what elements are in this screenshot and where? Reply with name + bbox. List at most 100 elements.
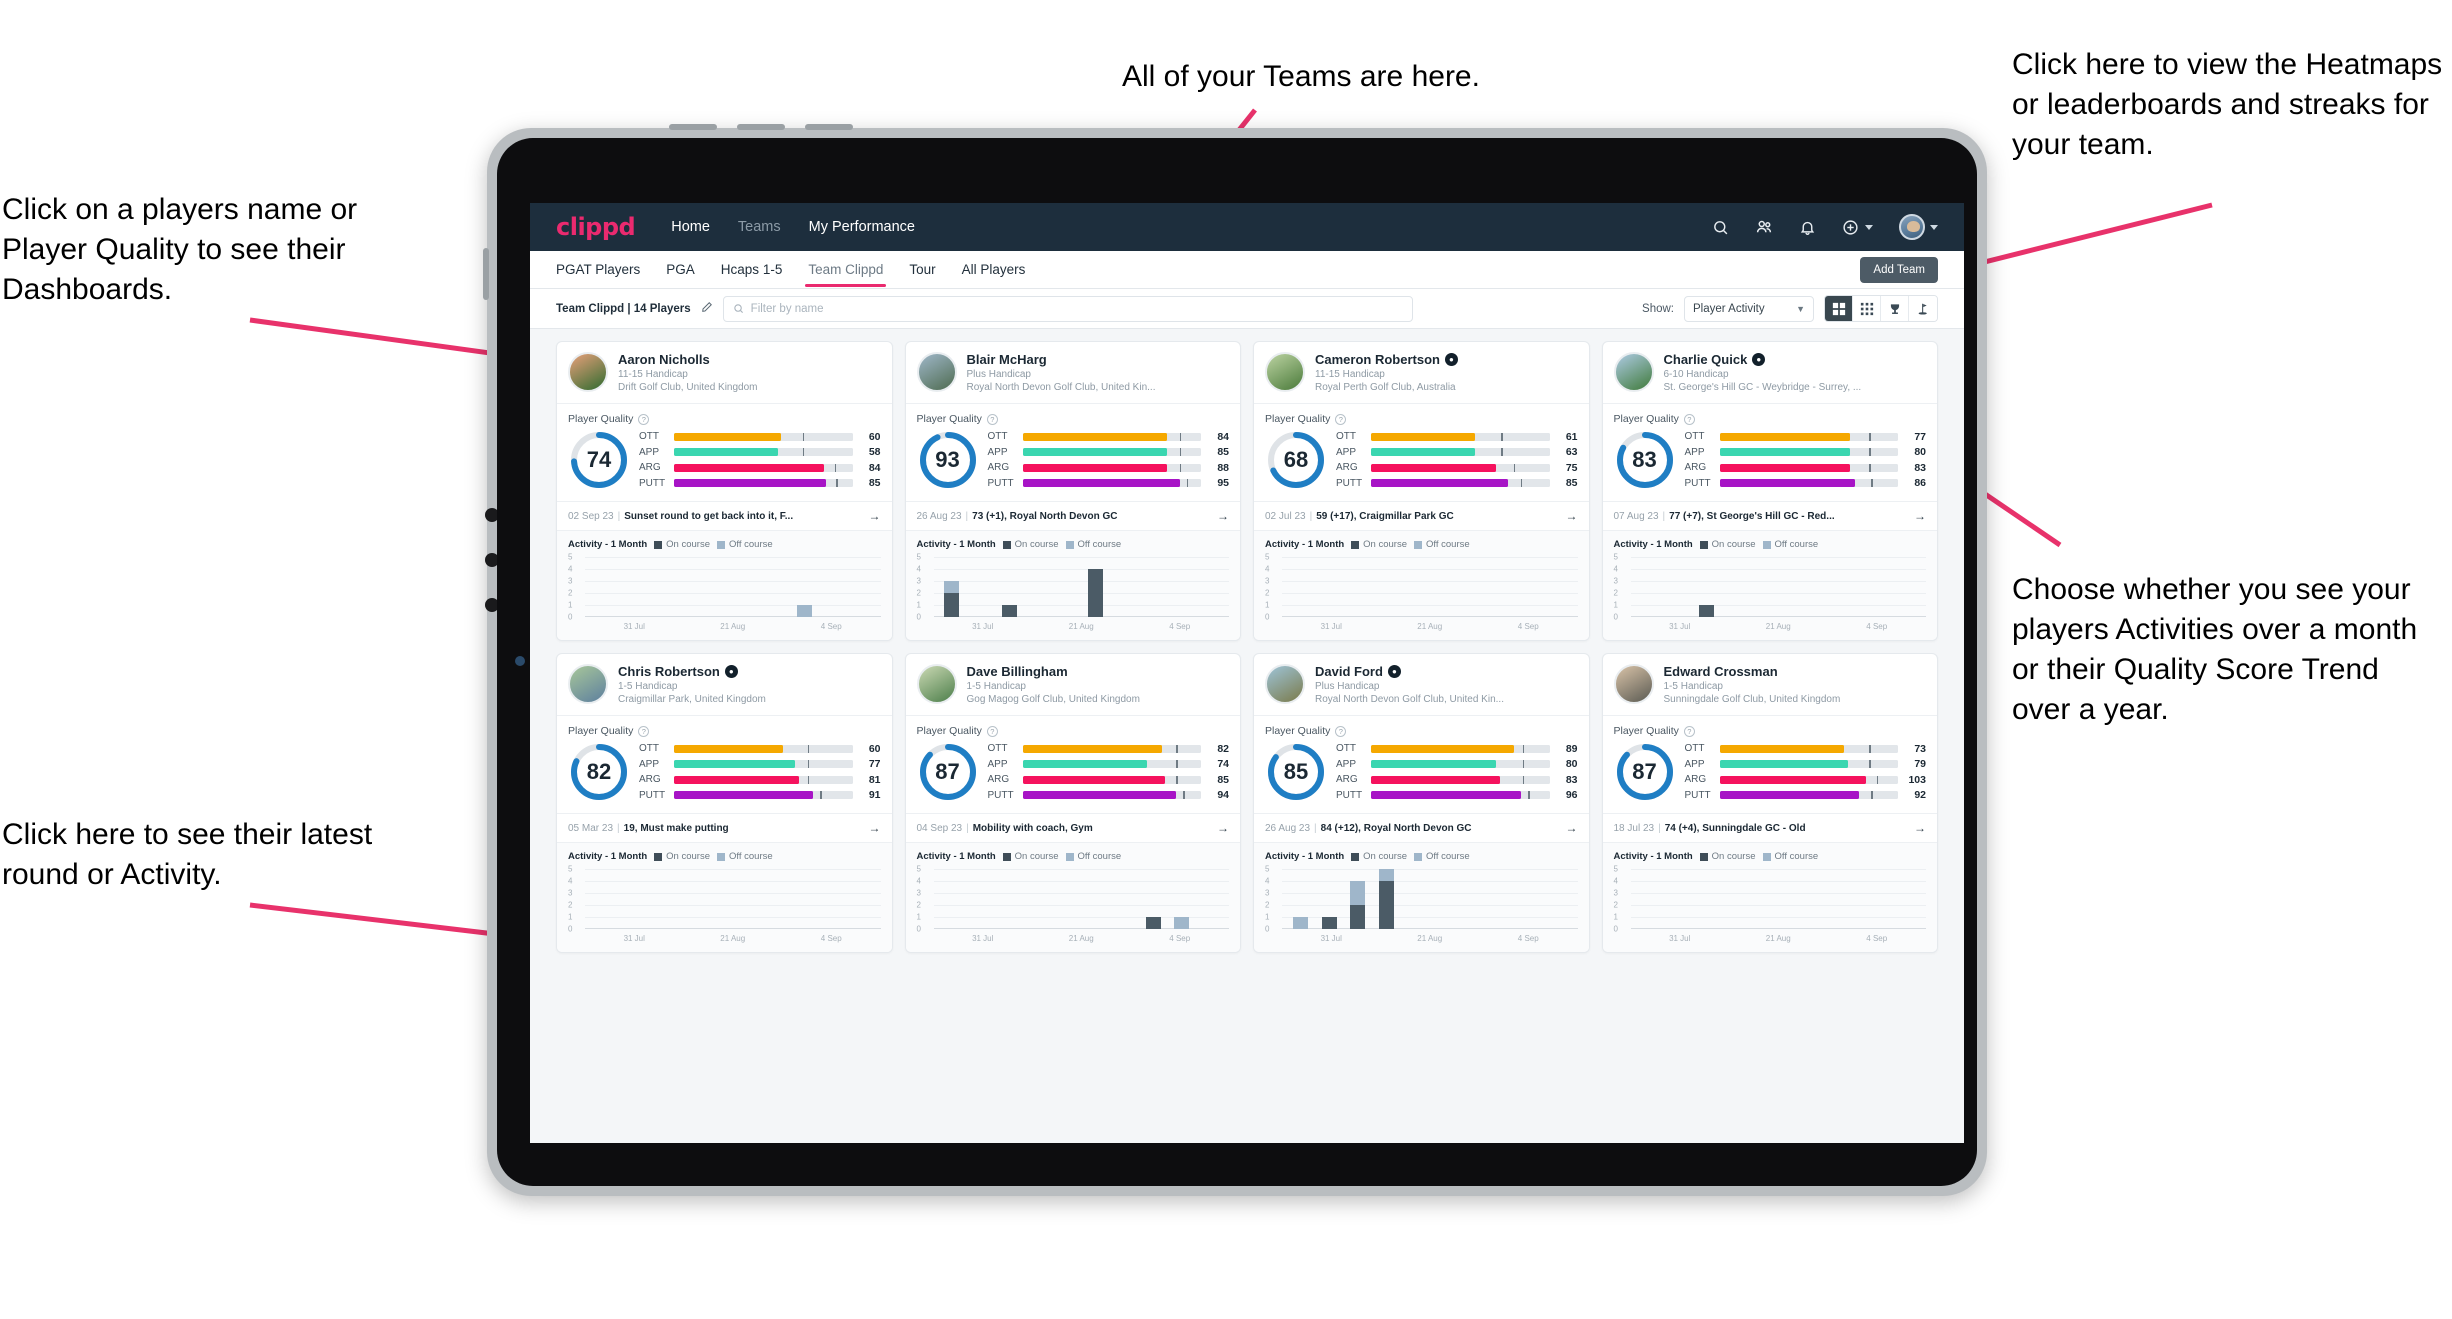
player-name[interactable]: Cameron Robertson <box>1315 352 1440 367</box>
clippd-logo[interactable]: clippd <box>556 213 636 241</box>
player-name[interactable]: Charlie Quick <box>1664 352 1748 367</box>
player-card[interactable]: Edward Crossman 1-5 Handicap Sunningdale… <box>1601 653 1938 953</box>
leaderboard-trophy-view-button[interactable] <box>1881 296 1909 321</box>
player-header[interactable]: Cameron Robertson ● 11-15 Handicap Royal… <box>1254 342 1589 403</box>
show-select-value: Player Activity <box>1693 302 1765 315</box>
player-header[interactable]: Blair McHarg Plus Handicap Royal North D… <box>906 342 1241 403</box>
player-quality-section[interactable]: Player Quality ? 93 OTT 84 APP 85 ARG 88… <box>905 403 1240 501</box>
latest-round-row[interactable]: 02 Jul 23 | 59 (+17), Craigmillar Park G… <box>1254 501 1589 530</box>
player-name[interactable]: Edward Crossman <box>1664 664 1778 679</box>
avatar[interactable] <box>1899 214 1925 240</box>
round-arrow-icon[interactable]: → <box>861 821 881 835</box>
latest-round-row[interactable]: 26 Aug 23 | 73 (+1), Royal North Devon G… <box>905 501 1240 530</box>
player-quality-section[interactable]: Player Quality ? 68 OTT 61 APP 63 ARG 75… <box>1254 403 1589 501</box>
player-handicap: 1-5 Handicap <box>618 681 678 692</box>
help-icon[interactable]: ? <box>986 725 998 737</box>
player-quality-section[interactable]: Player Quality ? 82 OTT 60 APP 77 ARG 81… <box>557 715 892 813</box>
y-tick-label: 0 <box>1265 612 1270 622</box>
tab-pgat-players[interactable]: PGAT Players <box>556 254 640 286</box>
player-name-row[interactable]: David Ford ● <box>1315 664 1504 679</box>
player-name-row[interactable]: Edward Crossman <box>1664 664 1841 679</box>
grid-small-view-button[interactable] <box>1853 296 1881 321</box>
round-arrow-icon[interactable]: → <box>1209 509 1229 523</box>
player-header[interactable]: Aaron Nicholls 11-15 Handicap Drift Golf… <box>557 342 892 403</box>
add-team-button[interactable]: Add Team <box>1860 256 1938 283</box>
profile-menu[interactable] <box>1899 214 1938 240</box>
verified-badge-icon: ● <box>724 665 738 678</box>
round-arrow-icon[interactable]: → <box>1558 821 1578 835</box>
player-name-row[interactable]: Cameron Robertson ● <box>1315 352 1458 367</box>
player-card[interactable]: Dave Billingham 1-5 Handicap Gog Magog G… <box>904 653 1241 953</box>
pencil-icon[interactable] <box>701 300 713 318</box>
chevron-down-icon[interactable] <box>1865 224 1873 230</box>
player-name-row[interactable]: Charlie Quick ● <box>1664 352 1862 367</box>
bell-icon[interactable] <box>1799 219 1816 236</box>
people-icon[interactable] <box>1755 218 1773 236</box>
help-icon[interactable]: ? <box>1683 725 1695 737</box>
latest-round-row[interactable]: 18 Jul 23 | 74 (+4), Sunningdale GC - Ol… <box>1602 813 1937 842</box>
player-quality-section[interactable]: Player Quality ? 83 OTT 77 APP 80 ARG 83… <box>1602 403 1937 501</box>
player-header[interactable]: Dave Billingham 1-5 Handicap Gog Magog G… <box>906 654 1241 715</box>
player-header[interactable]: David Ford ● Plus Handicap Royal North D… <box>1254 654 1589 715</box>
help-icon[interactable]: ? <box>1335 413 1347 425</box>
round-arrow-icon[interactable]: → <box>1558 509 1578 523</box>
metric-bars: OTT 89 APP 80 ARG 83 PUTT 96 <box>1336 743 1578 802</box>
player-name[interactable]: Blair McHarg <box>967 352 1047 367</box>
round-arrow-icon[interactable]: → <box>861 509 881 523</box>
tab-tour[interactable]: Tour <box>909 254 935 286</box>
player-card[interactable]: Aaron Nicholls 11-15 Handicap Drift Golf… <box>556 341 893 641</box>
plus-circle-icon[interactable] <box>1842 219 1873 236</box>
search-input[interactable]: Filter by name <box>722 295 1413 322</box>
search-icon[interactable] <box>1712 219 1729 236</box>
player-quality-section[interactable]: Player Quality ? 74 OTT 60 APP 58 ARG 84… <box>557 403 892 501</box>
help-icon[interactable]: ? <box>986 413 998 425</box>
grid-large-view-button[interactable] <box>1825 296 1853 321</box>
nav-link-home[interactable]: Home <box>671 219 710 235</box>
player-header[interactable]: Edward Crossman 1-5 Handicap Sunningdale… <box>1603 654 1938 715</box>
latest-round-row[interactable]: 07 Aug 23 | 77 (+7), St George's Hill GC… <box>1602 501 1937 530</box>
player-name[interactable]: Dave Billingham <box>967 664 1068 679</box>
chevron-down-icon[interactable] <box>1930 224 1938 230</box>
power-button[interactable] <box>805 124 853 130</box>
tab-hcaps-1-5[interactable]: Hcaps 1-5 <box>721 254 783 286</box>
latest-round-row[interactable]: 04 Sep 23 | Mobility with coach, Gym → <box>905 813 1240 842</box>
help-icon[interactable]: ? <box>638 413 650 425</box>
player-card[interactable]: Charlie Quick ● 6-10 Handicap St. George… <box>1601 341 1938 641</box>
player-name-row[interactable]: Dave Billingham <box>967 664 1140 679</box>
player-card[interactable]: Cameron Robertson ● 11-15 Handicap Royal… <box>1253 341 1590 641</box>
help-icon[interactable]: ? <box>1335 725 1347 737</box>
player-card[interactable]: David Ford ● Plus Handicap Royal North D… <box>1253 653 1590 953</box>
help-icon[interactable]: ? <box>1683 413 1695 425</box>
player-header[interactable]: Chris Robertson ● 1-5 Handicap Craigmill… <box>557 654 892 715</box>
tab-pga[interactable]: PGA <box>666 254 695 286</box>
player-card[interactable]: Blair McHarg Plus Handicap Royal North D… <box>904 341 1241 641</box>
tab-team-clippd[interactable]: Team Clippd <box>805 254 887 287</box>
player-name-row[interactable]: Aaron Nicholls <box>618 352 758 367</box>
player-name[interactable]: Aaron Nicholls <box>618 352 710 367</box>
round-arrow-icon[interactable]: → <box>1906 821 1926 835</box>
nav-link-my-performance[interactable]: My Performance <box>809 219 915 235</box>
volume-down-button[interactable] <box>737 124 785 130</box>
side-button[interactable] <box>483 248 489 300</box>
round-arrow-icon[interactable]: → <box>1209 821 1229 835</box>
tab-all-players[interactable]: All Players <box>962 254 1026 286</box>
player-name-row[interactable]: Chris Robertson ● <box>618 664 766 679</box>
player-quality-section[interactable]: Player Quality ? 85 OTT 89 APP 80 ARG 83… <box>1254 715 1589 813</box>
latest-round-row[interactable]: 02 Sep 23 | Sunset round to get back int… <box>557 501 892 530</box>
player-quality-section[interactable]: Player Quality ? 87 OTT 73 APP 79 ARG 10… <box>1602 715 1937 813</box>
player-name-row[interactable]: Blair McHarg <box>967 352 1156 367</box>
latest-round-row[interactable]: 05 Mar 23 | 19, Must make putting → <box>557 813 892 842</box>
player-name[interactable]: Chris Robertson <box>618 664 720 679</box>
latest-round-row[interactable]: 26 Aug 23 | 84 (+12), Royal North Devon … <box>1254 813 1589 842</box>
player-card[interactable]: Chris Robertson ● 1-5 Handicap Craigmill… <box>556 653 893 953</box>
player-quality-section[interactable]: Player Quality ? 87 OTT 82 APP 74 ARG 85… <box>905 715 1240 813</box>
help-icon[interactable]: ? <box>638 725 650 737</box>
volume-up-button[interactable] <box>669 124 717 130</box>
show-select[interactable]: Player Activity ▼ <box>1684 295 1814 322</box>
player-header[interactable]: Charlie Quick ● 6-10 Handicap St. George… <box>1603 342 1938 403</box>
player-name[interactable]: David Ford <box>1315 664 1383 679</box>
heatmap-flag-view-button[interactable] <box>1909 296 1937 321</box>
round-arrow-icon[interactable]: → <box>1906 509 1926 523</box>
bar-slot <box>589 557 618 617</box>
nav-link-teams[interactable]: Teams <box>738 219 781 235</box>
